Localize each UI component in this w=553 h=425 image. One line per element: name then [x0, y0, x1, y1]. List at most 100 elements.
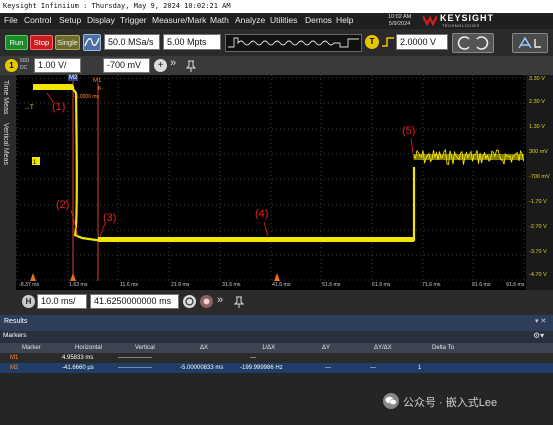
waveform-overview[interactable]	[225, 34, 362, 52]
noise-burst	[413, 148, 524, 166]
single-button[interactable]: Single	[55, 35, 80, 50]
add-channel-button[interactable]: +	[154, 59, 167, 72]
dy-cell: ---	[325, 365, 331, 371]
time-label: 11.6 ms	[120, 282, 139, 288]
horizontal-icon[interactable]: H	[22, 295, 35, 308]
time-label: 31.6 ms	[222, 282, 241, 288]
expand-chevron-icon[interactable]: »	[217, 294, 223, 306]
vertical-scale-field[interactable]: 1.00 V/	[34, 58, 81, 73]
memory-depth-field[interactable]: 5.00 Mpts	[163, 34, 221, 50]
markers-table-header: Marker Horizontal Vertical ΔX 1/ΔX ΔY ΔY…	[0, 343, 553, 353]
zoom-button[interactable]	[183, 295, 196, 308]
auto-setup-button[interactable]	[512, 33, 548, 53]
time-label: 71.6 ms	[422, 282, 441, 288]
zoom-icon	[185, 297, 194, 306]
marker-cell: M1	[10, 355, 19, 361]
time-label: 41.6 ms	[272, 282, 291, 288]
stop-button[interactable]: Stop	[30, 35, 53, 50]
gear-icon[interactable]: ⚙▾	[533, 331, 544, 340]
tab-vertical-meas[interactable]: Vertical Meas	[2, 123, 9, 165]
channel-1-badge[interactable]: 1	[5, 59, 18, 72]
horizontal-cell: -41.6660 µs	[62, 365, 94, 371]
menu-analyze[interactable]: Analyze	[235, 15, 265, 26]
record-button[interactable]	[200, 295, 213, 308]
horizontal-scale-field[interactable]: 10.0 ms/	[37, 294, 87, 309]
volt-label: 3.30 V	[529, 76, 545, 82]
menu-setup[interactable]: Setup	[59, 15, 81, 26]
results-title: Results	[4, 318, 28, 325]
menu-display[interactable]: Display	[87, 15, 115, 26]
menu-math[interactable]: Math	[210, 15, 229, 26]
brand-subtitle: TECHNOLOGIES	[442, 23, 480, 28]
trigger-source-icon[interactable]: T	[365, 35, 379, 49]
markers-section-title: Markers	[3, 332, 27, 339]
undo-redo-button[interactable]	[452, 33, 494, 53]
volt-label: -3.70 V	[529, 249, 547, 255]
brand-name: KEYSIGHT	[440, 13, 495, 23]
run-button[interactable]: Run	[5, 35, 28, 50]
horizontal-cell: 4.95833 ms	[62, 355, 94, 361]
menu-demos[interactable]: Demos	[305, 15, 332, 26]
expand-chevron-icon[interactable]: »	[170, 57, 176, 69]
results-header: Results ▾ ✕	[0, 315, 553, 331]
time-axis: -8.37 ms 1.63 ms 11.6 ms 21.6 ms 31.6 ms…	[16, 281, 526, 290]
signal-trace	[34, 85, 416, 242]
volt-label: -2.70 V	[529, 224, 547, 230]
keysight-logo-icon	[423, 15, 437, 26]
vertical-cell: -----------------	[118, 365, 152, 371]
menu-utilities[interactable]: Utilities	[270, 15, 297, 26]
pin-icon[interactable]: ▾ ✕	[535, 317, 546, 325]
autoscale-icon	[84, 37, 100, 47]
menu-control[interactable]: Control	[24, 15, 51, 26]
time-label: 61.6 ms	[372, 282, 391, 288]
time-label: 51.6 ms	[322, 282, 341, 288]
marker-m2-label[interactable]: M2	[68, 75, 79, 81]
column-header: 1/ΔX	[262, 345, 276, 351]
column-header: ΔY/ΔX	[374, 345, 392, 351]
svg-text:→: →	[24, 105, 30, 111]
inv-dx-cell: ---	[250, 355, 256, 361]
time-label: 91.6 ms	[506, 282, 525, 288]
svg-text:T: T	[30, 105, 34, 111]
annotation-4: (4)	[255, 208, 269, 220]
annotation-1: (1)	[52, 101, 66, 113]
pin-icon[interactable]	[186, 60, 196, 72]
trace-low-segment	[98, 237, 414, 242]
rising-edge-icon[interactable]	[381, 36, 395, 48]
volt-label: 1.30 V	[529, 124, 545, 130]
vertical-cell: -----------------	[118, 355, 152, 361]
column-header: Marker	[22, 345, 41, 351]
sample-rate-field[interactable]: 50.0 MSa/s	[104, 34, 160, 50]
markers-section-header: Markers ⚙▾	[0, 331, 553, 343]
overview-wave-icon	[228, 37, 359, 48]
volt-label: 300 mV	[529, 149, 548, 155]
marker-k-label: K-	[98, 86, 103, 92]
tab-time-meas[interactable]: Time Meas	[2, 80, 9, 114]
volt-label: 2.30 V	[529, 99, 545, 105]
volt-label: -4.70 V	[529, 272, 547, 278]
menu-file[interactable]: File	[4, 15, 18, 26]
trigger-level-field[interactable]: 2.0000 V	[396, 34, 448, 50]
menu-measure-mark[interactable]: Measure/Mark	[152, 15, 206, 26]
acquisition-toolbar: Run Stop Single 50.0 MSa/s 5.00 Mpts T 2…	[0, 29, 553, 56]
table-row[interactable]: M2 -41.6660 µs ----------------- -5.0000…	[0, 363, 553, 373]
menu-trigger[interactable]: Trigger	[120, 15, 147, 26]
results-body: 公众号 · 嵌入式Lee	[0, 373, 553, 425]
horizontal-position-field[interactable]: 41.6250000000 ms	[90, 294, 179, 309]
marker-m1-label[interactable]: M1	[93, 78, 101, 84]
vertical-offset-field[interactable]: -700 mV	[103, 58, 150, 73]
watermark: 公众号 · 嵌入式Lee	[403, 397, 498, 409]
undo-redo-icon	[457, 36, 489, 50]
table-row[interactable]: M1 4.95833 ms ----------------- ---	[0, 353, 553, 363]
waveform-svg: T → 1	[16, 75, 526, 281]
annotation-5: (5)	[402, 125, 416, 137]
window-title: Keysight Infiniium : Thursday, May 9, 20…	[0, 0, 553, 13]
inv-dx-cell: -199.999986 Hz	[240, 365, 283, 371]
waveform-display[interactable]: T → 1 M2 M1 K- -5.0000 ms (1) (2) (3) (4…	[16, 75, 526, 281]
menu-help[interactable]: Help	[336, 15, 353, 26]
column-header: Horizontal	[75, 345, 103, 351]
pin-icon[interactable]	[234, 296, 244, 308]
autoscale-button[interactable]	[83, 34, 101, 51]
annotation-3: (3)	[103, 212, 117, 224]
marker-delta-label: -5.0000 ms	[74, 94, 100, 100]
